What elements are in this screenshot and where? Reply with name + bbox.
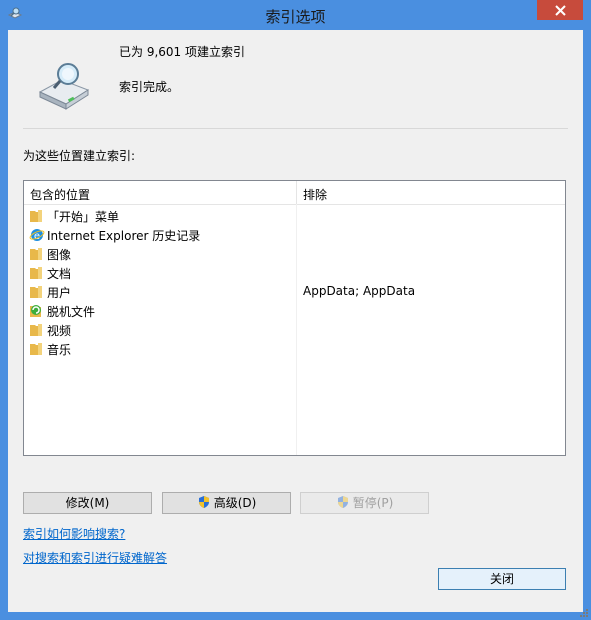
uac-shield-icon [337, 496, 348, 508]
location-name: 视频 [47, 324, 72, 338]
column-header-label: 包含的位置 [30, 188, 91, 202]
folder-icon [30, 343, 42, 355]
exclusions: AppData; AppData [303, 284, 416, 298]
pause-button-label: 暂停(P) [352, 496, 394, 510]
location-name: 音乐 [47, 343, 72, 357]
folder-icon [30, 267, 42, 279]
pause-button[interactable]: 暂停(P) [300, 492, 429, 514]
folder-icon [30, 324, 42, 336]
location-name: 图像 [47, 248, 72, 262]
divider [23, 128, 568, 129]
list-item[interactable]: 图像 [24, 244, 565, 263]
folder-icon [30, 210, 42, 222]
list-item[interactable]: 脱机文件 [24, 301, 565, 320]
indexed-drive-icon [38, 63, 90, 110]
advanced-button-label: 高级(D) [213, 496, 257, 510]
location-name: Internet Explorer 历史记录 [47, 229, 201, 243]
list-item[interactable]: 「开始」菜单 [24, 206, 565, 225]
dialog-body: 已为 9,601 项建立索引 索引完成。 为这些位置建立索引: 包含的位置 排除… [8, 30, 583, 612]
indexed-item-count: 已为 9,601 项建立索引 [119, 45, 245, 59]
locations-label: 为这些位置建立索引: [23, 149, 136, 163]
list-item[interactable]: 文档 [24, 263, 565, 282]
folder-icon [30, 248, 42, 260]
how-indexing-affects-search-link[interactable]: 索引如何影响搜索? [23, 525, 125, 542]
indexing-status: 索引完成。 [119, 80, 180, 94]
advanced-button[interactable]: 高级(D) [162, 492, 291, 514]
location-name: 脱机文件 [47, 305, 96, 319]
offline-files-icon [30, 305, 41, 317]
modify-button-label: 修改(M) [65, 496, 110, 510]
column-header-included-locations[interactable]: 包含的位置 [24, 181, 297, 204]
list-item[interactable]: 音乐 [24, 339, 565, 358]
location-name: 用户 [47, 286, 72, 300]
location-name: 「开始」菜单 [47, 210, 120, 224]
list-item[interactable]: e Internet Explorer 历史记录 [24, 225, 565, 244]
list-item[interactable]: 视频 [24, 320, 565, 339]
close-button[interactable]: 关闭 [438, 568, 566, 590]
column-header-exclude[interactable]: 排除 [297, 181, 565, 204]
indexing-options-window: 索引选项 已为 9,601 项建立索引 索引完成。 为这些位置建立索引: 包含的… [0, 0, 591, 620]
uac-shield-icon [198, 496, 209, 508]
troubleshoot-search-link[interactable]: 对搜索和索引进行疑难解答 [23, 549, 167, 566]
location-name: 文档 [47, 267, 72, 281]
title-bar[interactable]: 索引选项 [0, 0, 591, 30]
list-header: 包含的位置 排除 [24, 181, 565, 205]
column-header-label: 排除 [303, 188, 328, 202]
close-window-button[interactable] [537, 0, 583, 20]
list-item[interactable]: 用户 AppData; AppData [24, 282, 565, 301]
close-button-label: 关闭 [489, 572, 514, 586]
modify-button[interactable]: 修改(M) [23, 492, 152, 514]
internet-explorer-icon: e [29, 229, 45, 242]
resize-grip-icon[interactable] [579, 608, 589, 618]
indexed-locations-list[interactable]: 包含的位置 排除 「开始」菜单 e Internet Explorer 历史记录… [23, 180, 566, 456]
folder-icon [30, 286, 42, 298]
window-title: 索引选项 [265, 8, 326, 26]
close-icon [554, 5, 566, 16]
